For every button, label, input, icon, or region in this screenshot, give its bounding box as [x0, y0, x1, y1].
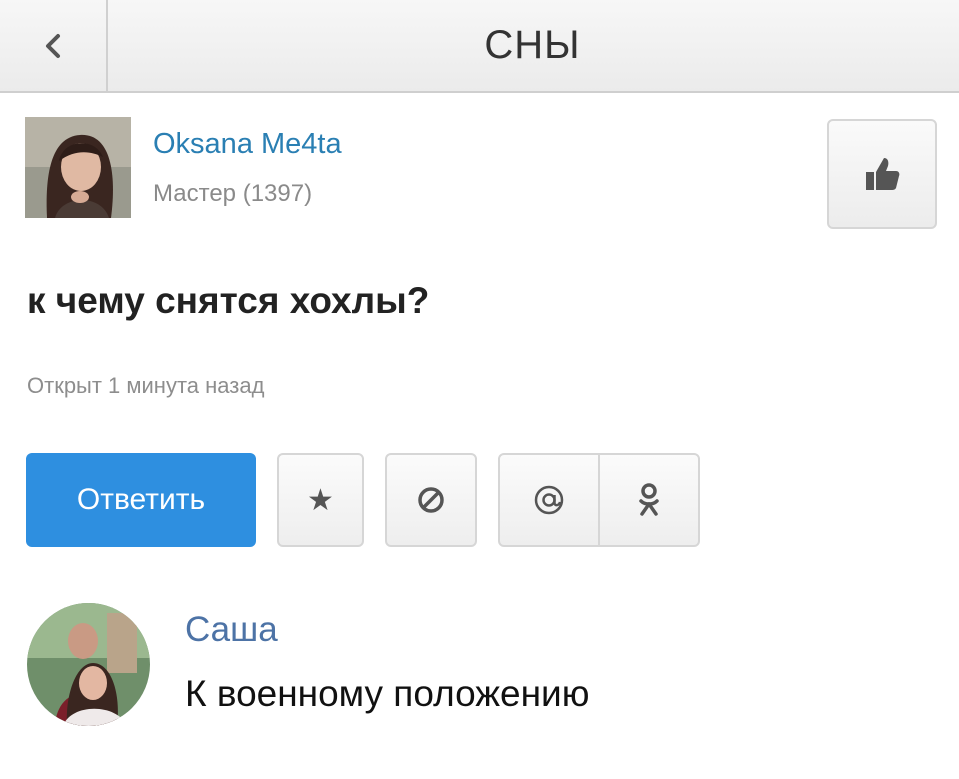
back-button[interactable]: [0, 0, 108, 91]
block-icon: [418, 487, 444, 513]
commenter-avatar[interactable]: [27, 603, 150, 726]
share-email-button[interactable]: [500, 455, 598, 545]
odnoklassniki-icon: [639, 483, 659, 516]
chevron-left-icon: [46, 33, 60, 58]
share-group: [498, 453, 700, 547]
favorite-button[interactable]: ★: [277, 453, 364, 547]
top-bar: СНЫ: [0, 0, 959, 93]
comment-text: К военному положению: [185, 673, 590, 714]
reply-button[interactable]: Ответить: [26, 453, 256, 547]
at-icon: [534, 485, 564, 515]
author-avatar[interactable]: [25, 117, 131, 218]
question-timestamp: Открыт 1 минута назад: [27, 373, 265, 398]
like-button[interactable]: [827, 119, 937, 229]
page-title: СНЫ: [484, 23, 581, 67]
report-button[interactable]: [385, 453, 477, 547]
star-icon: ★: [307, 483, 334, 517]
question-title: к чему снятся хохлы?: [27, 280, 430, 321]
thumbs-up-icon: [866, 158, 900, 190]
share-odnoklassniki-button[interactable]: [598, 455, 698, 545]
author-rank: Мастер (1397): [153, 180, 313, 207]
author-name-link[interactable]: Oksana Me4ta: [153, 128, 342, 161]
commenter-name-link[interactable]: Саша: [185, 610, 278, 650]
